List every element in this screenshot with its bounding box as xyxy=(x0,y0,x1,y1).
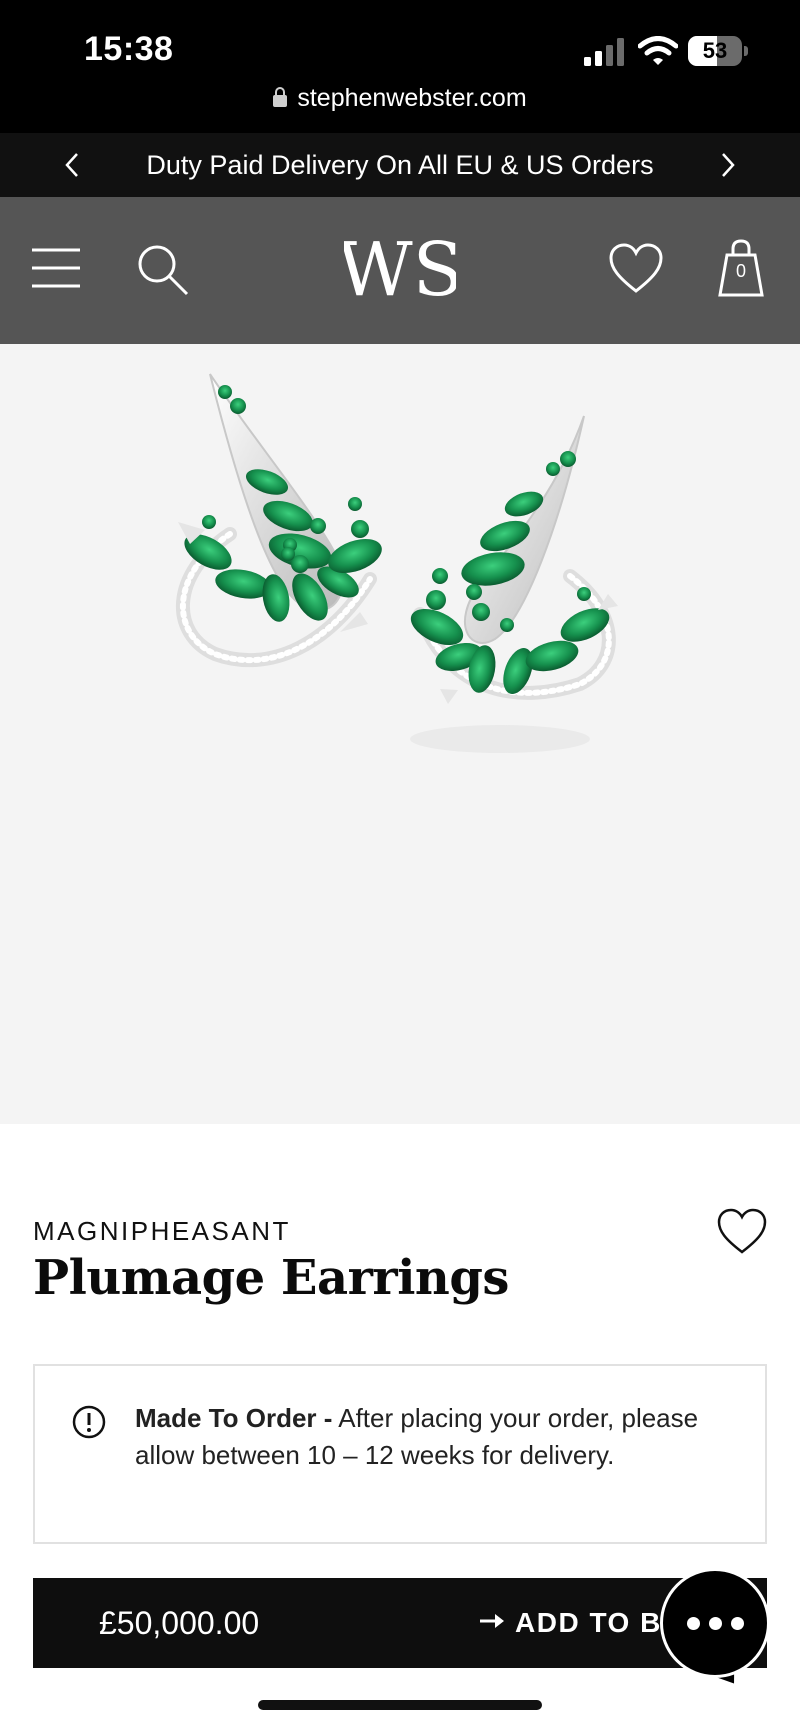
chevron-right-icon[interactable] xyxy=(714,151,742,179)
notice-label: Made To Order - xyxy=(135,1403,333,1433)
site-header: WS 0 xyxy=(0,197,800,344)
menu-icon[interactable] xyxy=(30,247,82,289)
status-bar: 15:38 53 stephenwebster.com xyxy=(0,0,800,133)
add-to-bag-button[interactable]: £50,000.00 ADD TO BAG xyxy=(33,1578,767,1668)
address-bar[interactable]: stephenwebster.com xyxy=(0,84,800,113)
search-icon[interactable] xyxy=(136,243,190,297)
arrow-right-icon xyxy=(480,1614,504,1628)
product-image[interactable] xyxy=(0,344,800,1124)
battery-level: 53 xyxy=(702,38,728,63)
collection-name: MAGNIPHEASANT xyxy=(33,1216,291,1246)
status-time: 15:38 xyxy=(84,30,174,68)
promo-text: Duty Paid Delivery On All EU & US Orders xyxy=(146,150,654,180)
chat-button[interactable] xyxy=(660,1568,770,1678)
left-earring xyxy=(176,373,382,668)
battery-icon: 53 xyxy=(688,36,748,66)
bag-count: 0 xyxy=(735,261,746,281)
price: £50,000.00 xyxy=(99,1605,260,1641)
signal-icon xyxy=(584,38,624,66)
logo-text: WS xyxy=(344,227,456,309)
wifi-icon xyxy=(638,36,678,65)
lock-icon xyxy=(273,87,288,107)
notice-text: Made To Order - After placing your order… xyxy=(135,1400,735,1474)
home-indicator[interactable] xyxy=(258,1700,542,1710)
wishlist-heart-icon[interactable] xyxy=(716,1208,768,1256)
url-text: stephenwebster.com xyxy=(297,84,527,112)
heart-icon[interactable] xyxy=(608,243,664,295)
product-title: Plumage Earrings xyxy=(33,1250,509,1306)
logo[interactable]: WS xyxy=(344,225,456,309)
earrings-illustration xyxy=(176,373,618,753)
promo-banner: Duty Paid Delivery On All EU & US Orders xyxy=(0,133,800,197)
right-earring xyxy=(410,415,618,704)
bag-icon[interactable]: 0 xyxy=(718,239,764,297)
more-dots-icon xyxy=(686,1616,744,1630)
made-to-order-notice: Made To Order - After placing your order… xyxy=(33,1364,767,1544)
info-alert-icon xyxy=(71,1404,107,1440)
